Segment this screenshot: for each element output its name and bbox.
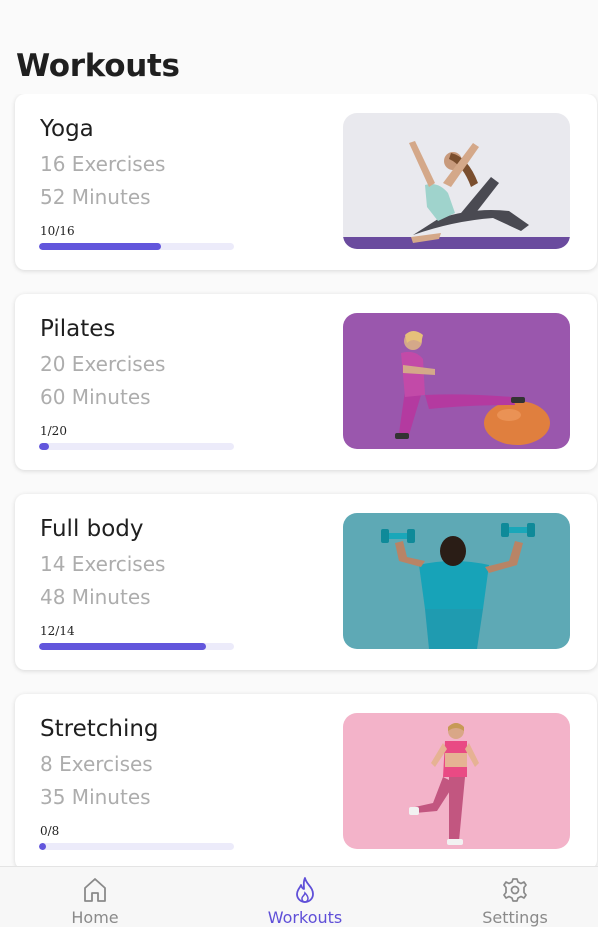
- progress-bar: [39, 843, 234, 850]
- workout-exercises: 14 Exercises: [40, 552, 166, 576]
- tab-settings[interactable]: Settings: [445, 867, 585, 927]
- workout-minutes: 48 Minutes: [40, 585, 151, 609]
- workout-minutes: 60 Minutes: [40, 385, 151, 409]
- gear-icon: [503, 878, 527, 902]
- progress-bar: [39, 243, 234, 250]
- full-body-photo: [343, 513, 570, 649]
- progress-bar: [39, 643, 234, 650]
- workout-exercises: 20 Exercises: [40, 352, 166, 376]
- tab-home[interactable]: Home: [25, 867, 165, 927]
- progress-fill: [39, 443, 49, 450]
- workout-card-pilates[interactable]: Pilates 20 Exercises 60 Minutes 1/20: [15, 294, 597, 470]
- progress-text: 12/14: [40, 624, 75, 638]
- tab-label: Workouts: [267, 908, 343, 927]
- progress-text: 10/16: [40, 224, 75, 238]
- page-title: Workouts: [16, 48, 180, 84]
- home-icon: [84, 878, 106, 902]
- workout-title: Yoga: [40, 116, 94, 142]
- workout-minutes: 35 Minutes: [40, 785, 151, 809]
- workout-title: Stretching: [40, 716, 159, 742]
- workouts-screen: Workouts Yoga 16 Exercises 52 Minutes 10…: [0, 0, 598, 927]
- workout-exercises: 16 Exercises: [40, 152, 166, 176]
- pilates-photo: [343, 313, 570, 449]
- bottom-tab-bar: Home Workouts Settings: [0, 866, 598, 927]
- workout-card-stretching[interactable]: Stretching 8 Exercises 35 Minutes 0/8: [15, 694, 597, 866]
- workout-exercises: 8 Exercises: [40, 752, 153, 776]
- workout-list[interactable]: Yoga 16 Exercises 52 Minutes 10/16 Pilat…: [0, 94, 598, 866]
- flame-icon: [296, 877, 314, 903]
- workout-title: Pilates: [40, 316, 116, 342]
- tab-workouts[interactable]: Workouts: [235, 867, 375, 927]
- tab-label: Home: [71, 908, 119, 927]
- progress-fill: [39, 243, 161, 250]
- yoga-photo: [343, 113, 570, 249]
- progress-fill: [39, 843, 46, 850]
- progress-fill: [39, 643, 207, 650]
- progress-text: 0/8: [40, 824, 60, 838]
- stretching-photo: [343, 713, 570, 849]
- workout-card-yoga[interactable]: Yoga 16 Exercises 52 Minutes 10/16: [15, 94, 597, 270]
- workout-title: Full body: [40, 516, 144, 542]
- progress-bar: [39, 443, 234, 450]
- tab-label: Settings: [482, 908, 548, 927]
- workout-card-full-body[interactable]: Full body 14 Exercises 48 Minutes 12/14: [15, 494, 597, 670]
- workout-minutes: 52 Minutes: [40, 185, 151, 209]
- progress-text: 1/20: [40, 424, 67, 438]
